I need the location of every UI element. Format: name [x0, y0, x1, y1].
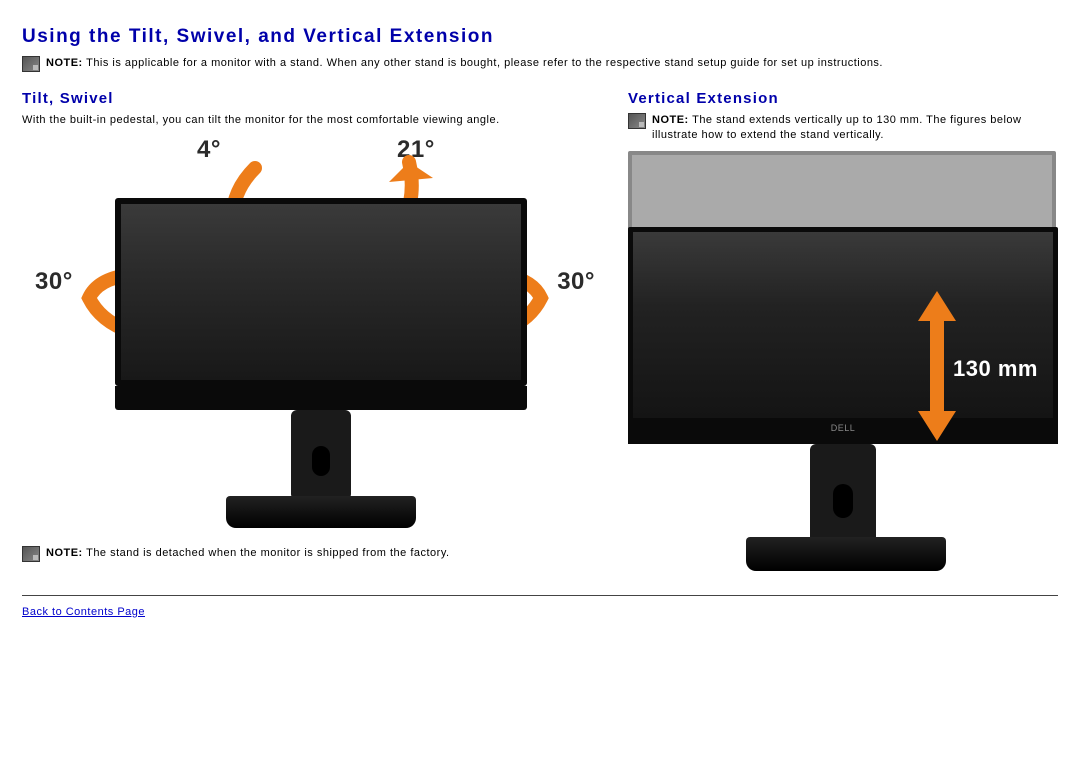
- note-bottom: NOTE: The stand is detached when the mon…: [22, 546, 608, 562]
- note-body: The stand extends vertically up to 130 m…: [652, 114, 1022, 141]
- swivel-right-label: 30°: [557, 268, 595, 296]
- divider: [22, 595, 1058, 596]
- note-text: NOTE: The stand is detached when the mon…: [46, 546, 608, 561]
- note-label: NOTE:: [46, 547, 83, 559]
- swivel-left-label: 30°: [35, 268, 73, 296]
- tilt-swivel-figure: 4° 21° 30° 30°: [35, 138, 595, 538]
- tilt-swivel-heading: Tilt, Swivel: [22, 90, 608, 107]
- back-to-contents-link[interactable]: Back to Contents Page: [22, 606, 145, 618]
- note-vertical: NOTE: The stand extends vertically up to…: [628, 113, 1058, 143]
- vertical-extension-heading: Vertical Extension: [628, 90, 1058, 107]
- note-text: NOTE: The stand extends vertically up to…: [652, 113, 1058, 143]
- note-icon: [22, 56, 40, 72]
- monitor-illustration: [628, 227, 1058, 423]
- vertical-extension-figure: DELL 130 mm: [628, 151, 1058, 581]
- note-body: This is applicable for a monitor with a …: [86, 57, 883, 69]
- monitor-illustration: DELL: [115, 198, 527, 528]
- note-body: The stand is detached when the monitor i…: [86, 547, 449, 559]
- extension-measurement: 130 mm: [953, 356, 1038, 382]
- note-label: NOTE:: [652, 114, 689, 126]
- note-top: NOTE: This is applicable for a monitor w…: [22, 56, 1058, 72]
- note-icon: [628, 113, 646, 129]
- note-label: NOTE:: [46, 57, 83, 69]
- page-title: Using the Tilt, Swivel, and Vertical Ext…: [22, 26, 1058, 48]
- note-text: NOTE: This is applicable for a monitor w…: [46, 56, 1058, 71]
- tilt-swivel-desc: With the built-in pedestal, you can tilt…: [22, 113, 608, 128]
- note-icon: [22, 546, 40, 562]
